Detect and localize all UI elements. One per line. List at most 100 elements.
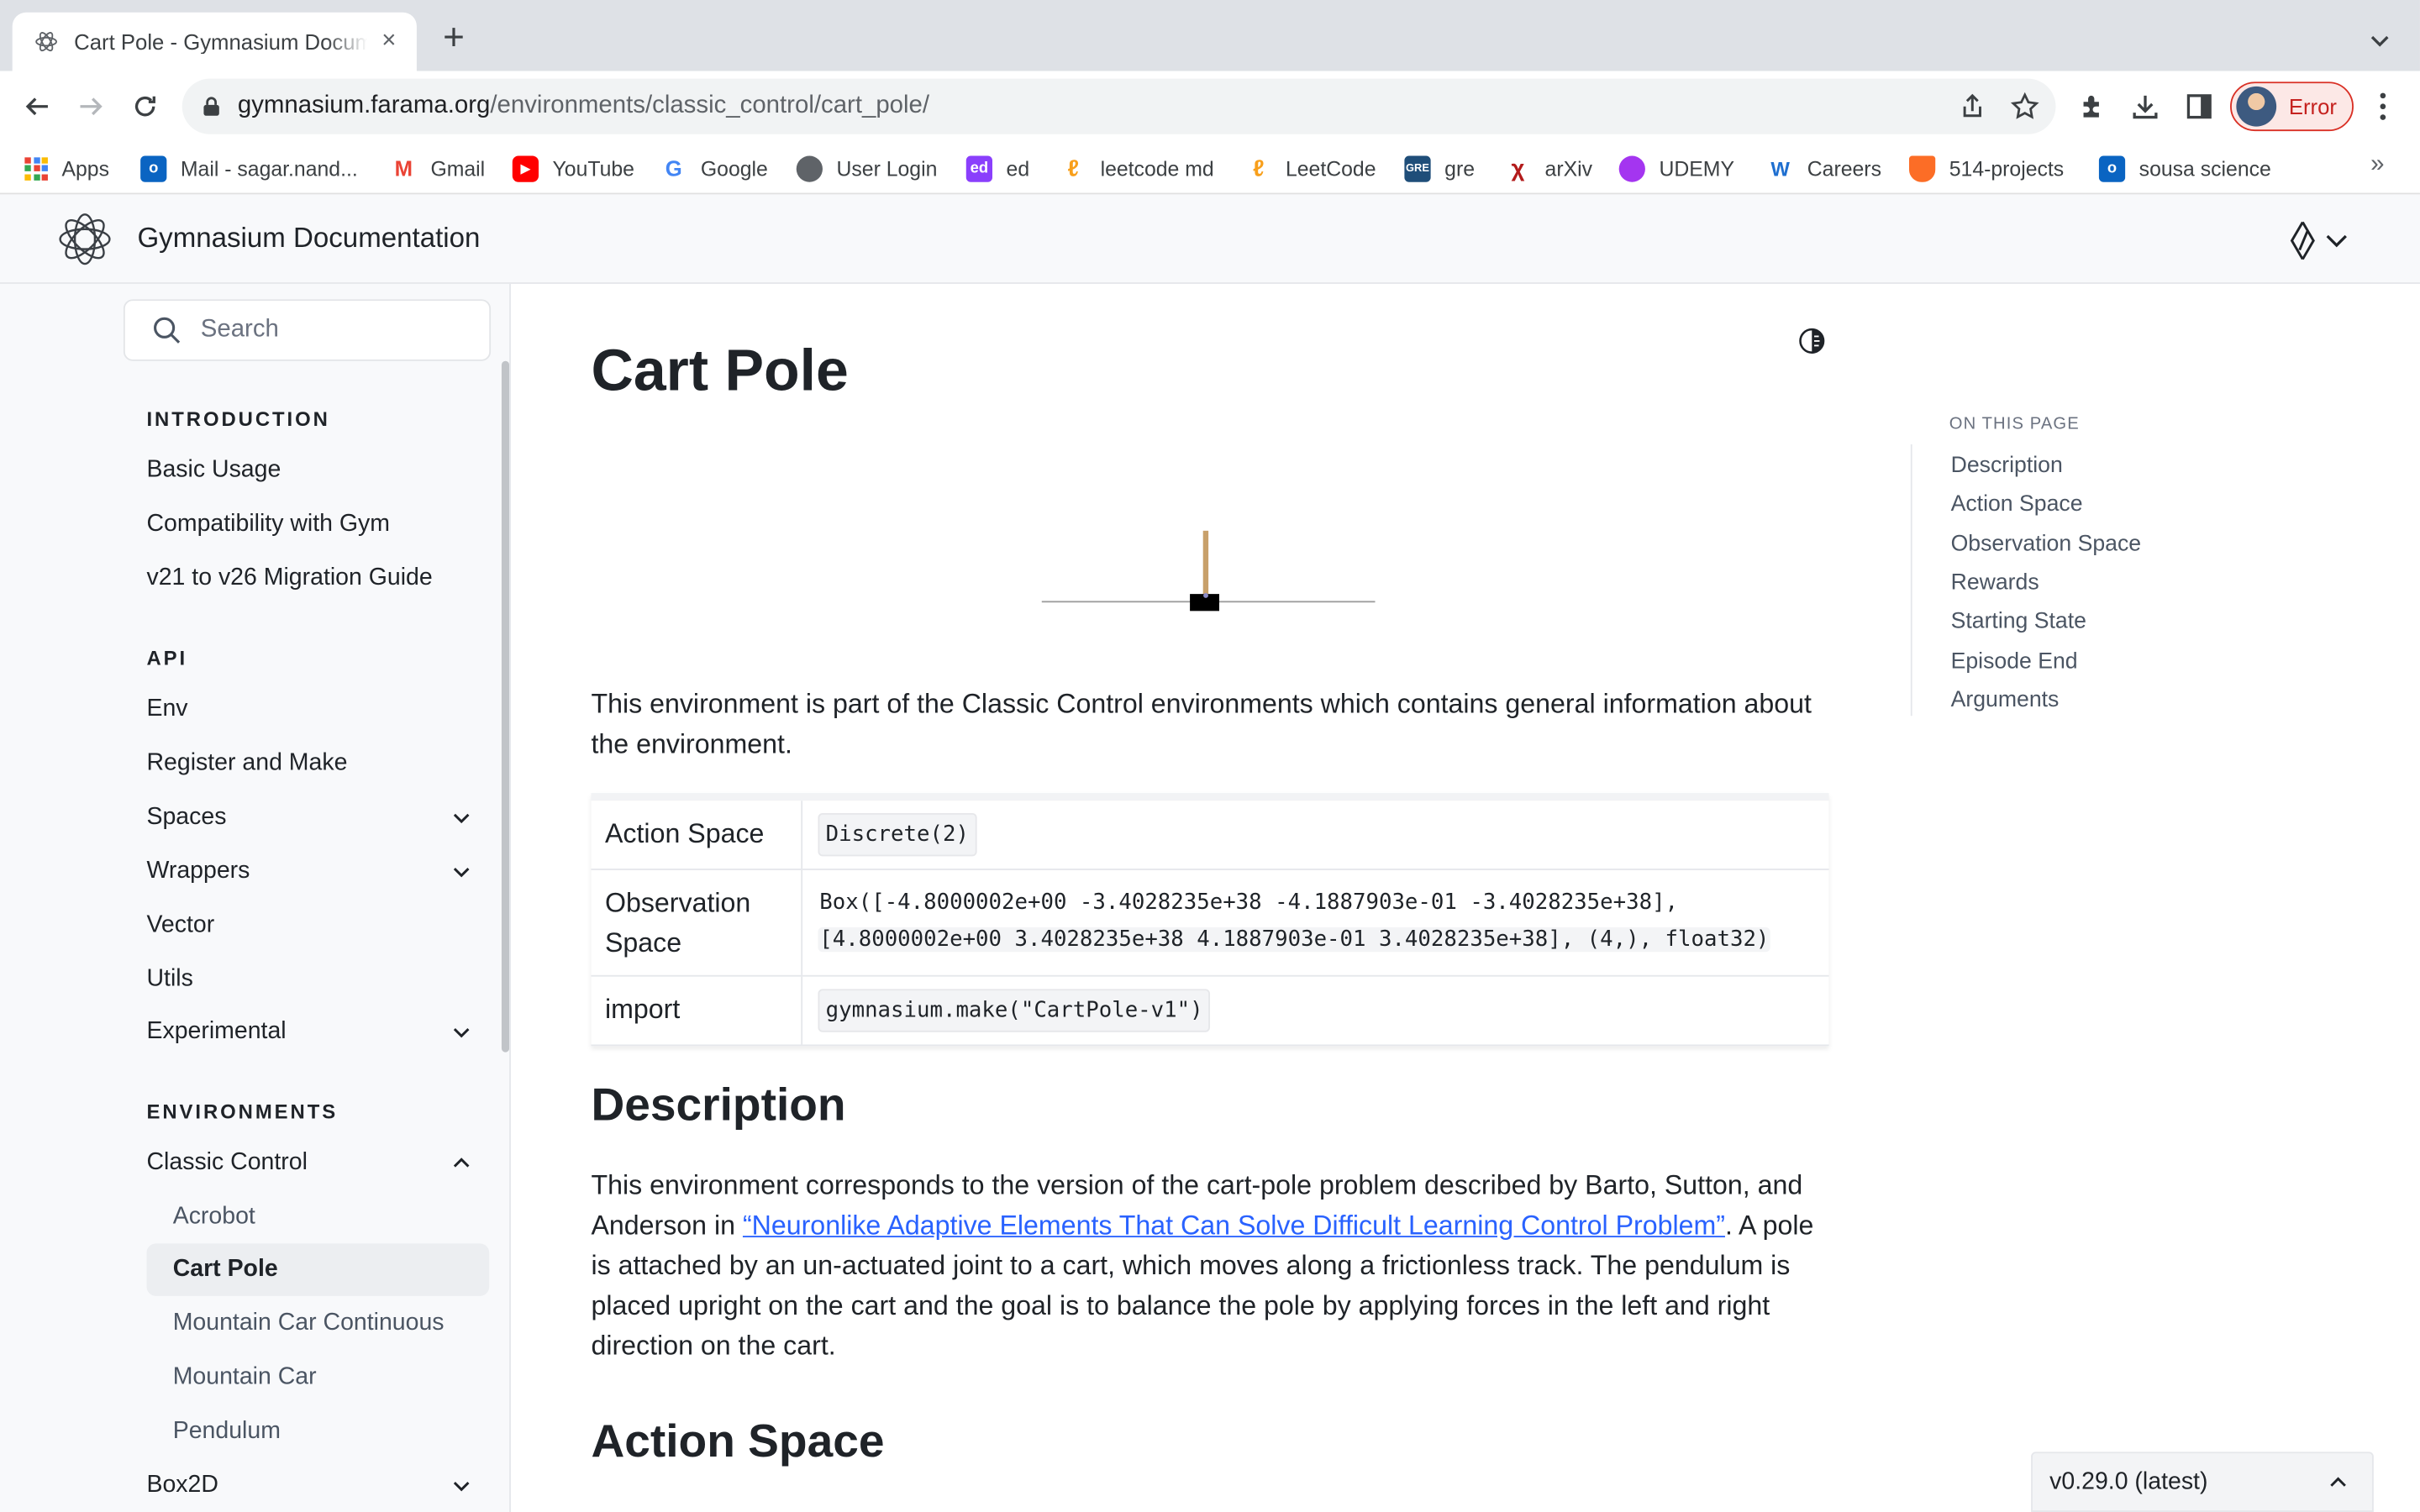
site-title[interactable]: Gymnasium Documentation <box>137 222 480 255</box>
toc-item-observation-space[interactable]: Observation Space <box>1951 533 2142 557</box>
browser-menu-icon[interactable] <box>2369 90 2396 123</box>
udemy-icon <box>1618 155 1645 181</box>
tab-close-icon[interactable]: × <box>376 29 401 54</box>
sidebar-item-pendulum[interactable]: Pendulum <box>146 1405 489 1457</box>
sidebar-item-env[interactable]: Env <box>146 684 489 736</box>
bookmark-label: Mail - sagar.nand... <box>180 156 358 180</box>
sidebar-item-cart-pole[interactable]: Cart Pole <box>146 1243 490 1296</box>
project-switcher[interactable] <box>2287 219 2349 262</box>
sidebar-item-mountain-car-continuous[interactable]: Mountain Car Continuous <box>146 1298 489 1350</box>
search-icon <box>154 317 181 344</box>
sidebar: Search INTRODUCTION Basic Usage Compatib… <box>0 283 511 1512</box>
sidebar-item-experimental[interactable]: Experimental <box>146 1006 489 1058</box>
side-panel-icon[interactable] <box>2184 91 2215 122</box>
toc-item-description[interactable]: Description <box>1951 454 2063 478</box>
sidebar-item-compatibility-with-gym[interactable]: Compatibility with Gym <box>146 498 489 550</box>
farama-logo-icon <box>2290 221 2315 260</box>
theme-toggle-icon[interactable] <box>1798 327 1826 354</box>
sidebar-item-mountain-car[interactable]: Mountain Car <box>146 1352 489 1404</box>
tab-search-chevron-icon[interactable] <box>2365 24 2396 55</box>
search-placeholder: Search <box>200 316 279 343</box>
bookmark-careers[interactable]: W Careers <box>1767 153 1881 184</box>
back-arrow-icon[interactable] <box>15 87 58 127</box>
table-value: gymnasium.make("CartPole-v1") <box>802 977 1828 1045</box>
sidebar-item-label: Mountain Car <box>172 1363 317 1390</box>
table-row: import gymnasium.make("CartPole-v1") <box>591 976 1829 1047</box>
globe-icon <box>796 155 823 181</box>
description-paragraph: This environment corresponds to the vers… <box>591 1165 1828 1366</box>
screen: Cart Pole - Gymnasium Documentation × + … <box>0 0 2420 1512</box>
bookmark-label: ed <box>1006 156 1030 180</box>
bookmark-label: UDEMY <box>1659 156 1735 180</box>
bookmark-google[interactable]: G Google <box>660 153 768 184</box>
bookmarks-overflow-button[interactable]: » <box>2370 151 2384 179</box>
bookmark-star-icon[interactable] <box>2009 91 2040 122</box>
intro-paragraph: This environment is part of the Classic … <box>591 688 1812 759</box>
bookmark-user-login[interactable]: User Login <box>796 153 938 184</box>
toc-item-episode-end[interactable]: Episode End <box>1951 649 2078 674</box>
url-path: /environments/classic_control/cart_pole/ <box>490 92 930 119</box>
toc-item-action-space[interactable]: Action Space <box>1951 492 2083 517</box>
gymnasium-logo-icon[interactable] <box>55 210 114 269</box>
toc-item-starting-state[interactable]: Starting State <box>1951 609 2086 633</box>
bookmark-mail[interactable]: o Mail - sagar.nand... <box>140 153 358 184</box>
bookmark-label: sousa science <box>2139 156 2271 180</box>
forward-arrow-icon[interactable] <box>70 87 113 127</box>
bookmark-label: Google <box>700 156 768 180</box>
bookmark-leetcode[interactable]: ℓ LeetCode <box>1245 153 1376 184</box>
code-snippet: gymnasium.make("CartPole-v1") <box>818 989 1211 1032</box>
cart-pole-illustration <box>1041 530 1376 612</box>
search-input[interactable]: Search <box>123 299 492 361</box>
bookmark-label: User Login <box>836 156 938 180</box>
sidebar-item-vector[interactable]: Vector <box>146 900 489 952</box>
bookmark-514-projects[interactable]: 514-projects <box>1908 153 2064 184</box>
browser-tab[interactable]: Cart Pole - Gymnasium Documentation × <box>12 12 417 71</box>
bookmark-apps[interactable]: Apps <box>24 153 109 184</box>
sidebar-item-register-and-make[interactable]: Register and Make <box>146 738 489 790</box>
toc-caption: ON THIS PAGE <box>1949 415 2080 434</box>
bookmark-udemy[interactable]: UDEMY <box>1618 153 1735 184</box>
chevron-down-icon[interactable] <box>452 863 471 881</box>
bookmark-label: YouTube <box>552 156 634 180</box>
address-bar[interactable]: gymnasium.farama.org/environments/classi… <box>182 78 2056 134</box>
sidebar-item-box2d[interactable]: Box2D <box>146 1460 489 1512</box>
sidebar-item-classic-control[interactable]: Classic Control <box>146 1137 489 1189</box>
sidebar-item-migration-guide[interactable]: v21 to v26 Migration Guide <box>146 553 489 605</box>
toc-item-arguments[interactable]: Arguments <box>1951 688 2060 712</box>
table-row: Observation Space Box([-4.8000002e+00 -3… <box>591 869 1829 977</box>
download-icon[interactable] <box>2130 91 2161 122</box>
main-content: Cart Pole This environment is part of th… <box>511 284 1900 1512</box>
toc-item-rewards[interactable]: Rewards <box>1951 571 2039 596</box>
share-icon[interactable] <box>1957 91 1988 122</box>
bookmark-sousa-science[interactable]: o sousa science <box>2098 153 2271 184</box>
bookmark-arxiv[interactable]: χ arXiv <box>1504 153 1592 184</box>
bookmark-gre[interactable]: GRE gre <box>1404 153 1475 184</box>
new-tab-icon[interactable]: + <box>435 19 472 59</box>
chevron-down-icon[interactable] <box>452 808 471 827</box>
version-selector[interactable]: v0.29.0 (latest) <box>2031 1452 2374 1512</box>
chevron-down-icon[interactable] <box>452 1477 471 1495</box>
sidebar-scrollbar[interactable] <box>501 360 510 1053</box>
lock-icon[interactable] <box>201 96 223 118</box>
chevron-down-icon[interactable] <box>452 1023 471 1042</box>
sidebar-item-spaces[interactable]: Spaces <box>146 791 489 843</box>
tab-title: Cart Pole - Gymnasium Documentation <box>74 29 367 55</box>
environment-info-table: Action Space Discrete(2) Observation Spa… <box>591 793 1829 1047</box>
bookmark-leetcode-md[interactable]: ℓ leetcode md <box>1060 153 1214 184</box>
sidebar-item-label: Env <box>146 696 188 722</box>
sidebar-item-wrappers[interactable]: Wrappers <box>146 846 489 898</box>
sidebar-item-utils[interactable]: Utils <box>146 953 489 1005</box>
bookmark-gmail[interactable]: M Gmail <box>390 153 485 184</box>
sidebar-item-label: v21 to v26 Migration Guide <box>146 564 433 591</box>
reload-icon[interactable] <box>124 87 166 127</box>
sidebar-item-basic-usage[interactable]: Basic Usage <box>146 444 489 496</box>
extensions-puzzle-icon[interactable] <box>2077 91 2108 122</box>
profile-button[interactable]: Error <box>2230 81 2354 132</box>
bookmark-ed[interactable]: ed ed <box>965 153 1030 184</box>
chevron-up-icon[interactable] <box>452 1154 471 1173</box>
pole <box>1202 530 1209 596</box>
bookmark-youtube[interactable]: ▶ YouTube <box>512 153 634 184</box>
sidebar-item-acrobot[interactable]: Acrobot <box>146 1191 489 1243</box>
table-key: import <box>591 976 803 1045</box>
paper-link[interactable]: “Neuronlike Adaptive Elements That Can S… <box>743 1210 1725 1241</box>
